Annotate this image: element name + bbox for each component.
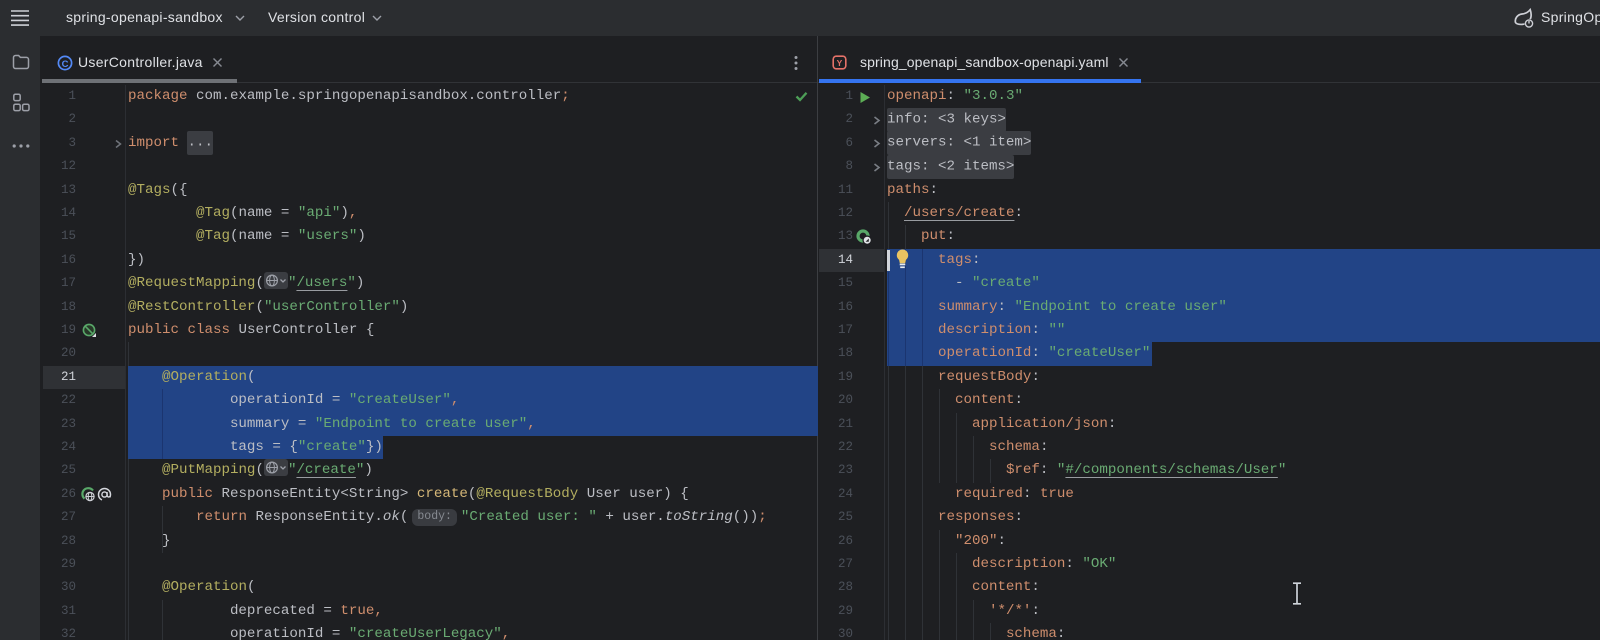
svg-text:C: C — [62, 59, 69, 70]
svg-text:Y: Y — [837, 58, 843, 68]
